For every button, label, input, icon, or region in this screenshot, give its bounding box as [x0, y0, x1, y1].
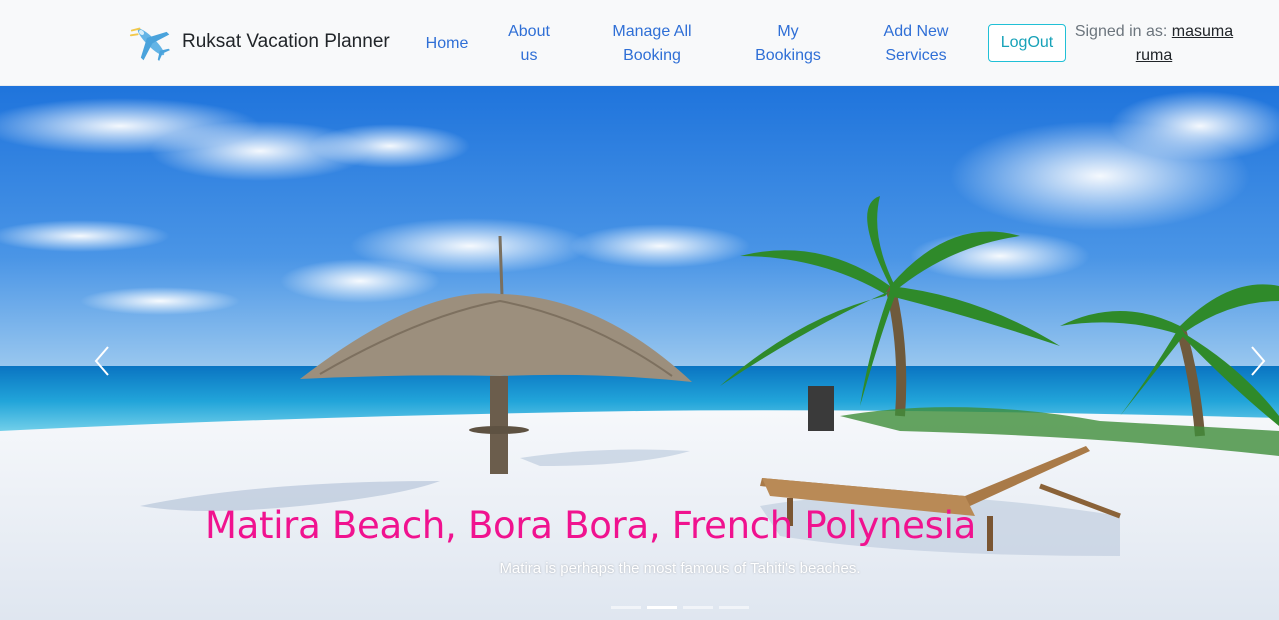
brand-name: Ruksat Vacation Planner: [182, 31, 390, 52]
brand[interactable]: Ruksat Vacation Planner: [128, 18, 390, 66]
nav-add-new-services-link[interactable]: Add New Services: [872, 20, 960, 68]
carousel-indicator-4[interactable]: [719, 606, 749, 609]
carousel-indicator-1[interactable]: [611, 606, 641, 609]
nav-manage-all-booking-link[interactable]: Manage All Booking: [601, 20, 703, 68]
airplane-icon: [129, 27, 170, 61]
chevron-right-icon[interactable]: [1242, 341, 1272, 381]
nav-home-link[interactable]: Home: [418, 32, 476, 56]
chevron-left-icon[interactable]: [88, 341, 118, 381]
carousel-caption-title: Matira Beach, Bora Bora, French Polynesi…: [205, 504, 976, 547]
carousel-indicator-3[interactable]: [683, 606, 713, 609]
logout-button[interactable]: LogOut: [988, 24, 1066, 62]
carousel-indicator-2[interactable]: [647, 606, 677, 609]
navbar: Ruksat Vacation Planner Home About us Ma…: [0, 0, 1279, 86]
signed-in-label: Signed in as:: [1074, 23, 1168, 40]
hero-carousel: Matira Beach, Bora Bora, French Polynesi…: [0, 86, 1279, 620]
nav-about-link[interactable]: About us: [498, 20, 560, 68]
carousel-indicators: [611, 606, 749, 609]
nav-my-bookings-link[interactable]: My Bookings: [748, 20, 828, 68]
signed-in-status: Signed in as: masuma ruma: [1074, 20, 1234, 68]
carousel-caption-subtitle: Matira is perhaps the most famous of Tah…: [499, 560, 861, 577]
